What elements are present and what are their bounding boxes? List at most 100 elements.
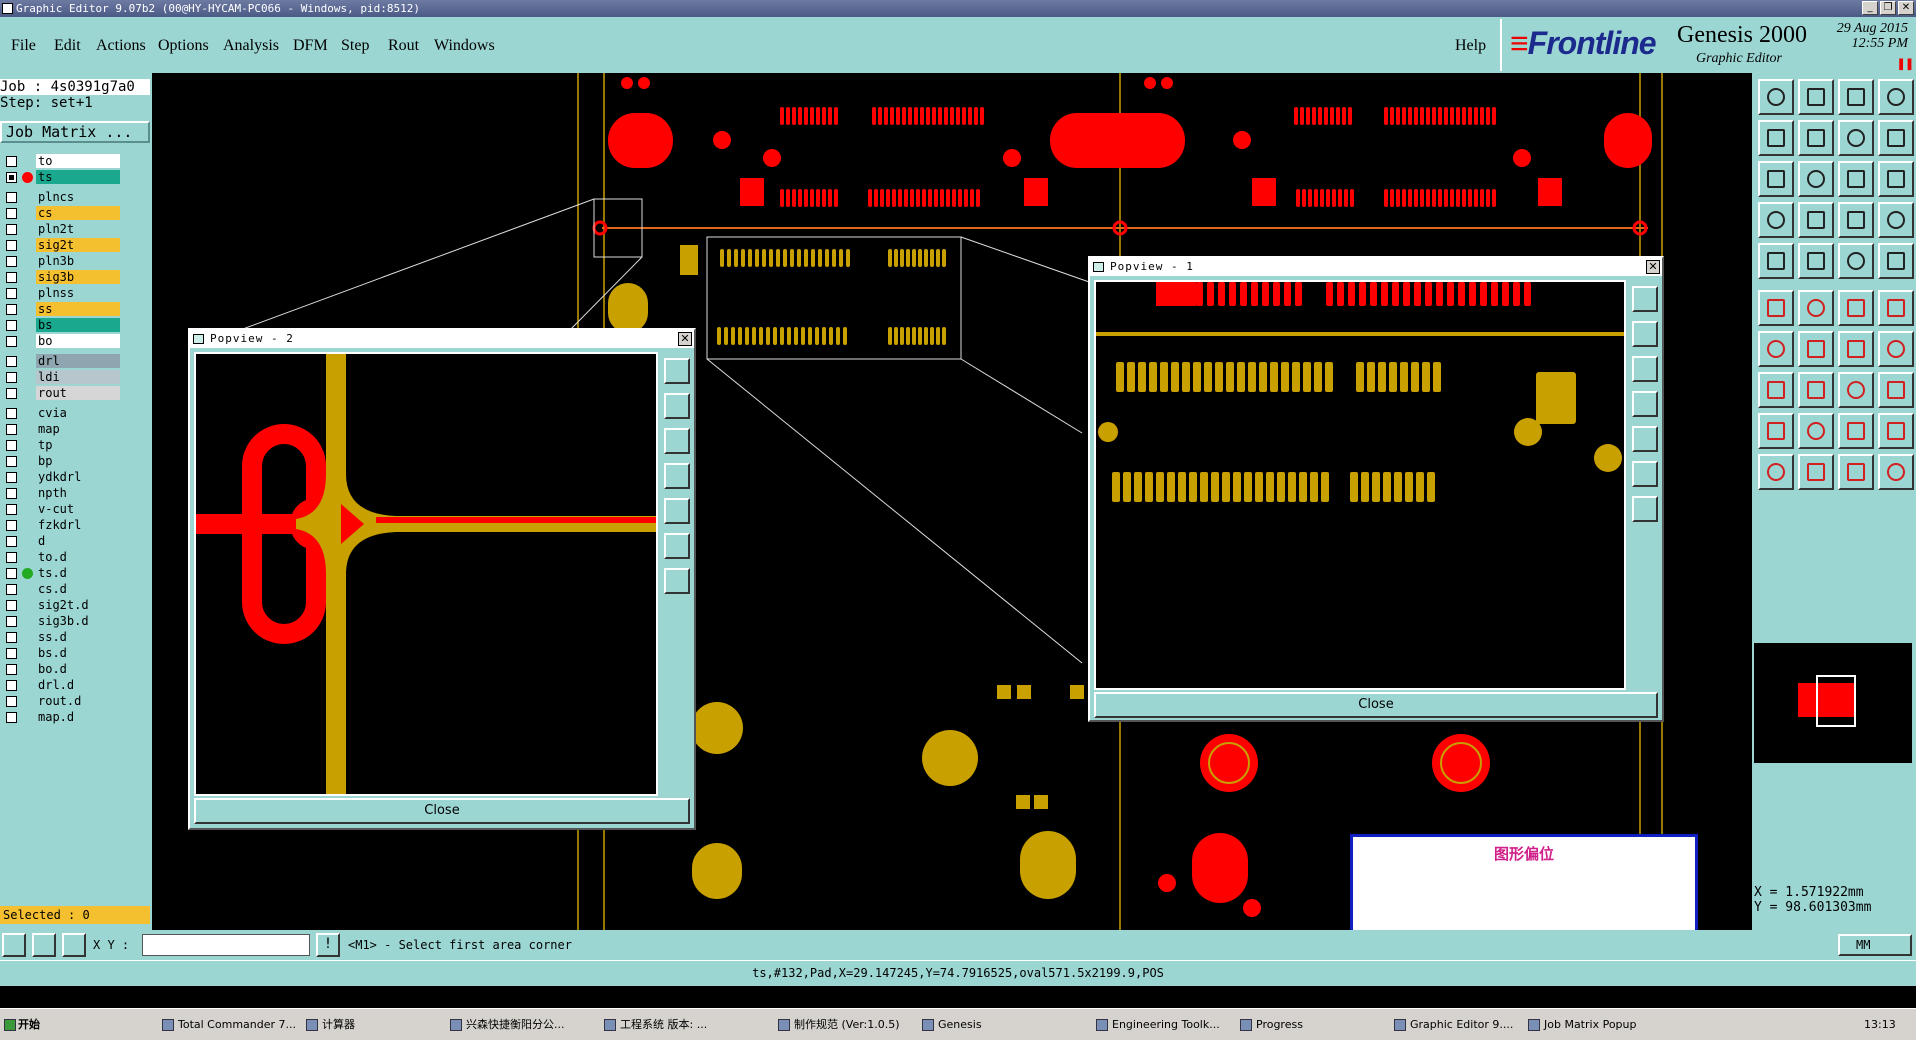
layer-name[interactable]: bp bbox=[36, 454, 120, 468]
layer-name[interactable]: drl.d bbox=[36, 678, 120, 692]
layer-row[interactable]: plncs bbox=[0, 189, 152, 205]
layer-row[interactable]: bs bbox=[0, 317, 152, 333]
menu-edit[interactable]: Edit bbox=[54, 37, 81, 55]
right-icon[interactable] bbox=[1798, 120, 1834, 156]
layer-checkbox[interactable] bbox=[6, 488, 17, 499]
menu-analysis[interactable]: Analysis bbox=[223, 37, 279, 55]
layer-name[interactable]: ss bbox=[36, 302, 120, 316]
measure-icon[interactable] bbox=[32, 933, 56, 957]
layer-checkbox[interactable] bbox=[6, 440, 17, 451]
popview-1-window[interactable]: Popview - 1 ✕ Close bbox=[1088, 256, 1664, 722]
layer-row[interactable]: ts bbox=[0, 169, 152, 185]
start-button[interactable]: 开始 bbox=[2, 1014, 62, 1036]
tri2-icon[interactable] bbox=[1798, 413, 1834, 449]
layer-row[interactable]: bp bbox=[0, 453, 152, 469]
popview-1-view[interactable] bbox=[1094, 280, 1626, 690]
layer-row[interactable]: v-cut bbox=[0, 501, 152, 517]
menu-help[interactable]: Help bbox=[1455, 37, 1486, 55]
layer-name[interactable]: fzkdrl bbox=[36, 518, 120, 532]
layer-name[interactable]: to.d bbox=[36, 550, 120, 564]
layer-name[interactable]: ss.d bbox=[36, 630, 120, 644]
layer-name[interactable]: ts bbox=[36, 170, 120, 184]
job-matrix-button[interactable]: Job Matrix ... bbox=[0, 121, 150, 143]
tri4-icon[interactable] bbox=[1878, 413, 1914, 449]
layer-checkbox[interactable] bbox=[6, 456, 17, 467]
layer-name[interactable]: ydkdrl bbox=[36, 470, 120, 484]
layer-checkbox[interactable] bbox=[6, 288, 17, 299]
layer-checkbox[interactable] bbox=[6, 472, 17, 483]
layer-checkbox[interactable] bbox=[6, 504, 17, 515]
taskbar-button[interactable]: 制作规范 (Ver:1.0.5) bbox=[776, 1014, 916, 1036]
layer-row[interactable]: pln3b bbox=[0, 253, 152, 269]
layer-checkbox[interactable] bbox=[6, 696, 17, 707]
layer-name[interactable]: bs bbox=[36, 318, 120, 332]
link-icon[interactable] bbox=[1878, 290, 1914, 326]
layer-name[interactable]: npth bbox=[36, 486, 120, 500]
minimize-button[interactable]: _ bbox=[1862, 1, 1878, 15]
layer-name[interactable]: cs.d bbox=[36, 582, 120, 596]
xy-input[interactable] bbox=[142, 934, 310, 956]
fit-icon[interactable] bbox=[1838, 120, 1874, 156]
popview-2-view[interactable] bbox=[194, 352, 658, 796]
zoom-out-icon[interactable] bbox=[664, 393, 690, 419]
open-icon[interactable] bbox=[1758, 79, 1794, 115]
menu-windows[interactable]: Windows bbox=[434, 37, 495, 55]
layer-checkbox[interactable] bbox=[6, 172, 17, 183]
circle-icon[interactable] bbox=[1878, 243, 1914, 279]
menu-file[interactable]: File bbox=[11, 37, 36, 55]
overview-map[interactable] bbox=[1754, 643, 1912, 763]
layer-name[interactable]: plncs bbox=[36, 190, 120, 204]
layer-row[interactable]: pln2t bbox=[0, 221, 152, 237]
move-icon[interactable] bbox=[1758, 372, 1794, 408]
layer-checkbox[interactable] bbox=[6, 584, 17, 595]
layer-row[interactable]: sig3b bbox=[0, 269, 152, 285]
grid-icon[interactable] bbox=[62, 933, 86, 957]
dim-icon[interactable] bbox=[1838, 372, 1874, 408]
layer-checkbox[interactable] bbox=[6, 712, 17, 723]
menu-actions[interactable]: Actions bbox=[96, 37, 146, 55]
layer-name[interactable]: ts.d bbox=[36, 566, 120, 580]
layer-name[interactable]: bo.d bbox=[36, 662, 120, 676]
layer-row[interactable]: ldi bbox=[0, 369, 152, 385]
taskbar-button[interactable]: Engineering Toolk... bbox=[1094, 1014, 1234, 1036]
layer-row[interactable]: plnss bbox=[0, 285, 152, 301]
layer-name[interactable]: sig3b.d bbox=[36, 614, 120, 628]
overview-viewport[interactable] bbox=[1816, 675, 1856, 727]
layer-row[interactable]: cvia bbox=[0, 405, 152, 421]
layer-row[interactable]: rout.d bbox=[0, 693, 152, 709]
menu-step[interactable]: Step bbox=[341, 37, 369, 55]
layer-checkbox[interactable] bbox=[6, 256, 17, 267]
layer-checkbox[interactable] bbox=[6, 388, 17, 399]
layer-name[interactable]: v-cut bbox=[36, 502, 120, 516]
table-icon[interactable] bbox=[1878, 202, 1914, 238]
layer-name[interactable]: d bbox=[36, 534, 120, 548]
layer-checkbox[interactable] bbox=[6, 156, 17, 167]
layer-row[interactable]: map bbox=[0, 421, 152, 437]
camera-icon[interactable] bbox=[1758, 243, 1794, 279]
menu-dfm[interactable]: DFM bbox=[293, 37, 328, 55]
layer-checkbox[interactable] bbox=[6, 356, 17, 367]
popview-1-close-button[interactable]: Close bbox=[1094, 692, 1658, 718]
zoom-home-icon[interactable] bbox=[1632, 496, 1658, 522]
popview-1-close-x-button[interactable]: ✕ bbox=[1646, 260, 1660, 274]
save-icon[interactable] bbox=[1798, 79, 1834, 115]
layer-name[interactable]: ldi bbox=[36, 370, 120, 384]
connect-icon[interactable] bbox=[1758, 290, 1794, 326]
layer-name[interactable]: map.d bbox=[36, 710, 120, 724]
help-icon[interactable] bbox=[1878, 161, 1914, 197]
layer-row[interactable]: sig2t bbox=[0, 237, 152, 253]
layer-row[interactable]: npth bbox=[0, 485, 152, 501]
layer-checkbox[interactable] bbox=[6, 372, 17, 383]
minus-icon[interactable] bbox=[1798, 372, 1834, 408]
taskbar-button[interactable]: Progress bbox=[1238, 1014, 1388, 1036]
copy-icon[interactable] bbox=[1878, 372, 1914, 408]
info-icon[interactable]: ! bbox=[316, 933, 340, 957]
layer-name[interactable]: sig3b bbox=[36, 270, 120, 284]
taskbar-button[interactable]: Job Matrix Popup bbox=[1526, 1014, 1656, 1036]
layer-row[interactable]: ss bbox=[0, 301, 152, 317]
layer-checkbox[interactable] bbox=[6, 664, 17, 675]
layer-checkbox[interactable] bbox=[6, 224, 17, 235]
layer-checkbox[interactable] bbox=[6, 240, 17, 251]
pointer-icon[interactable] bbox=[1758, 454, 1794, 490]
zoom-out-icon[interactable] bbox=[1632, 321, 1658, 347]
